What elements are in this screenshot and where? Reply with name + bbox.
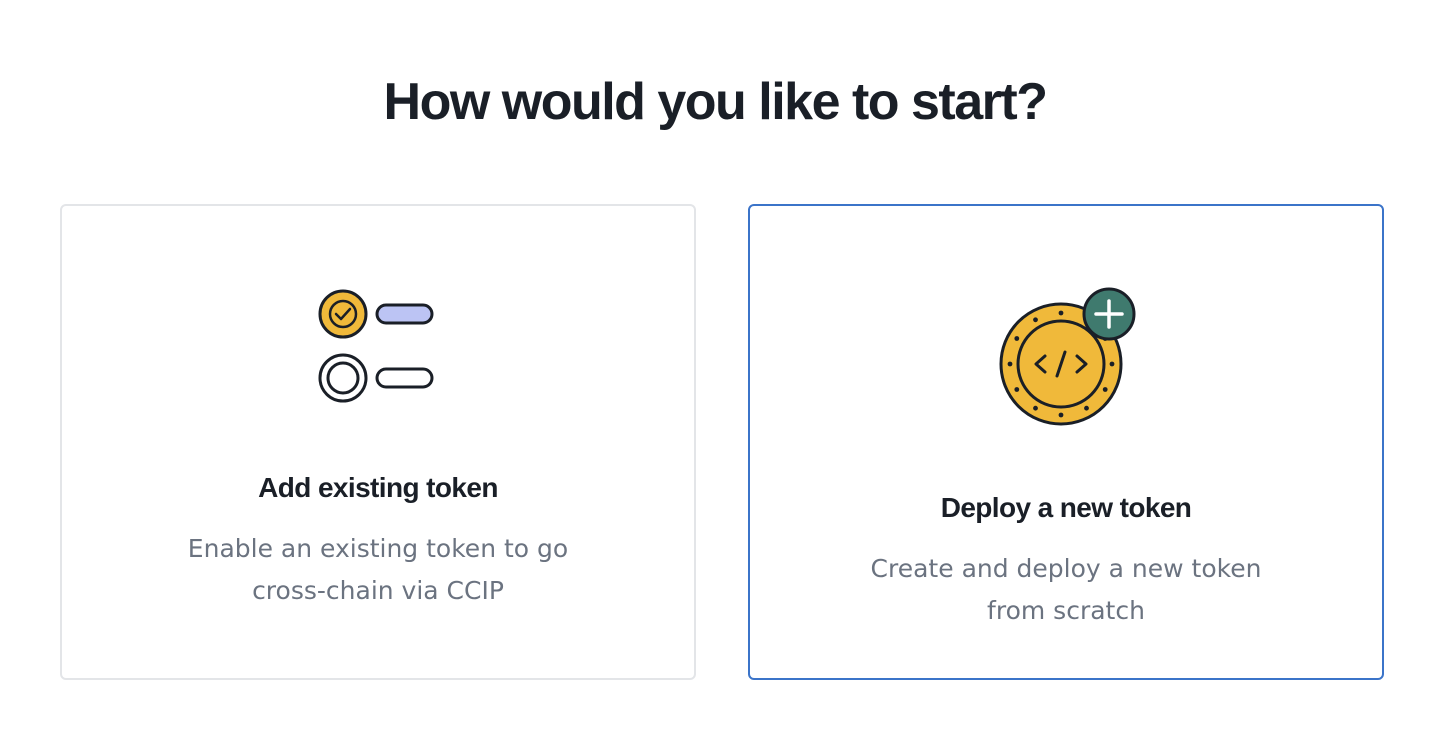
deploy-new-token-card[interactable]: Deploy a new token Create and deploy a n… bbox=[748, 204, 1384, 680]
option-description: Create and deploy a new token from scrat… bbox=[870, 554, 1262, 625]
option-title: Deploy a new token bbox=[940, 492, 1192, 523]
option-description: Enable an existing token to go cross-cha… bbox=[187, 534, 569, 605]
page-title: How would you like to start? bbox=[383, 73, 1048, 131]
coin-code-plus-icon bbox=[999, 287, 1136, 426]
token-list-icon bbox=[318, 289, 434, 403]
start-page: How would you like to start? Add existin… bbox=[0, 0, 1430, 740]
add-existing-token-card[interactable]: Add existing token Enable an existing to… bbox=[60, 204, 696, 680]
option-title: Add existing token bbox=[258, 472, 498, 503]
